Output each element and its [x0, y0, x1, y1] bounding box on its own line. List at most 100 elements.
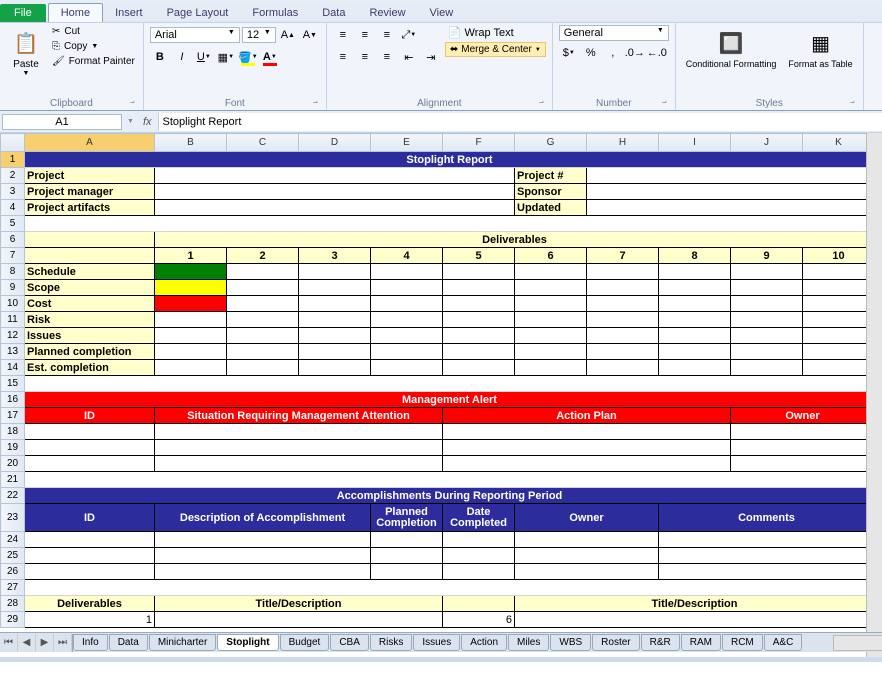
align-center-button[interactable]: ≡ — [355, 47, 375, 67]
sheet-tab-action[interactable]: Action — [461, 634, 507, 651]
label-project-num[interactable]: Project # — [515, 168, 587, 184]
row-header-17[interactable]: 17 — [1, 408, 25, 424]
row-header-11[interactable]: 11 — [1, 312, 25, 328]
row-header-2[interactable]: 2 — [1, 168, 25, 184]
comma-button[interactable]: , — [603, 43, 623, 63]
underline-button[interactable]: U▼ — [194, 47, 214, 67]
tab-insert[interactable]: Insert — [103, 4, 155, 22]
copy-button[interactable]: ⎘Copy▼ — [50, 40, 137, 53]
row-header-4[interactable]: 4 — [1, 200, 25, 216]
align-middle-button[interactable]: ≡ — [355, 25, 375, 45]
row-header-15[interactable]: 15 — [1, 376, 25, 392]
sheet-nav-next[interactable]: ▶ — [36, 634, 54, 652]
accomp-id-header[interactable]: ID — [25, 504, 155, 532]
row-header-9[interactable]: 9 — [1, 280, 25, 296]
sheet-tab-minicharter[interactable]: Minicharter — [149, 634, 216, 651]
accomp-owner-header[interactable]: Owner — [515, 504, 659, 532]
align-right-button[interactable]: ≡ — [377, 47, 397, 67]
sheet-tab-stoplight[interactable]: Stoplight — [217, 634, 278, 651]
scope-status-1[interactable] — [155, 280, 227, 296]
file-tab[interactable]: File — [0, 4, 46, 22]
row-header-14[interactable]: 14 — [1, 360, 25, 376]
deliv-6[interactable]: 6 — [515, 248, 587, 264]
row-header-24[interactable]: 24 — [1, 532, 25, 548]
sheet-tab-data[interactable]: Data — [109, 634, 148, 651]
row-header-22[interactable]: 22 — [1, 488, 25, 504]
conditional-formatting-button[interactable]: 🔲 Conditional Formatting — [682, 25, 781, 71]
sheet-tab-budget[interactable]: Budget — [280, 634, 330, 651]
label-schedule[interactable]: Schedule — [25, 264, 155, 280]
sheet-tab-miles[interactable]: Miles — [508, 634, 549, 651]
accomp-desc-header[interactable]: Description of Accomplishment — [155, 504, 371, 532]
accomp-comments-header[interactable]: Comments — [659, 504, 875, 532]
font-size-select[interactable]: 12 ▼ — [242, 27, 276, 43]
tab-page-layout[interactable]: Page Layout — [155, 4, 241, 22]
row-header-1[interactable]: 1 — [1, 152, 25, 168]
row-header-6[interactable]: 6 — [1, 232, 25, 248]
deliv-footer-label[interactable]: Deliverables — [25, 596, 155, 612]
tab-view[interactable]: View — [418, 4, 466, 22]
col-header-C[interactable]: C — [227, 134, 299, 152]
sheet-nav-first[interactable]: ⏮ — [0, 634, 18, 652]
deliv-4[interactable]: 4 — [371, 248, 443, 264]
tab-review[interactable]: Review — [357, 4, 417, 22]
value-project-num[interactable] — [587, 168, 875, 184]
blank-row[interactable] — [25, 216, 875, 232]
fill-color-button[interactable]: 🪣▼ — [238, 47, 258, 67]
currency-button[interactable]: $▼ — [559, 43, 579, 63]
label-artifacts[interactable]: Project artifacts — [25, 200, 155, 216]
deliv-8[interactable]: 8 — [659, 248, 731, 264]
deliv-7[interactable]: 7 — [587, 248, 659, 264]
deliv-footer-val1[interactable]: 1 — [25, 612, 155, 628]
label-cost[interactable]: Cost — [25, 296, 155, 312]
shrink-font-button[interactable]: A▼ — [300, 25, 320, 45]
col-header-B[interactable]: B — [155, 134, 227, 152]
row-header-7[interactable]: 7 — [1, 248, 25, 264]
schedule-status-1[interactable] — [155, 264, 227, 280]
orientation-button[interactable]: ⤢▼ — [399, 25, 419, 45]
select-all-corner[interactable] — [1, 134, 25, 152]
sheet-tab-rcm[interactable]: RCM — [722, 634, 763, 651]
sheet-tab-wbs[interactable]: WBS — [550, 634, 591, 651]
row-header-12[interactable]: 12 — [1, 328, 25, 344]
sheet-tab-issues[interactable]: Issues — [413, 634, 460, 651]
value-updated[interactable] — [587, 200, 875, 216]
col-header-I[interactable]: I — [659, 134, 731, 152]
deliv-10[interactable]: 10 — [803, 248, 875, 264]
mgmt-action-header[interactable]: Action Plan — [443, 408, 731, 424]
deliv-1[interactable]: 1 — [155, 248, 227, 264]
row-header-27[interactable]: 27 — [1, 580, 25, 596]
align-top-button[interactable]: ≡ — [333, 25, 353, 45]
row-header-21[interactable]: 21 — [1, 472, 25, 488]
indent-decrease-button[interactable]: ⇤ — [399, 47, 419, 67]
align-bottom-button[interactable]: ≡ — [377, 25, 397, 45]
row-header-28[interactable]: 28 — [1, 596, 25, 612]
sheet-nav-last[interactable]: ⏭ — [54, 634, 72, 652]
wrap-text-button[interactable]: 📄Wrap Text — [445, 25, 546, 40]
label-updated[interactable]: Updated — [515, 200, 587, 216]
sheet-tab-cba[interactable]: CBA — [330, 634, 369, 651]
horizontal-scrollbar[interactable] — [833, 635, 882, 651]
row-header-19[interactable]: 19 — [1, 440, 25, 456]
paste-button[interactable]: 📋 Paste ▼ — [6, 25, 46, 79]
mgmt-owner-header[interactable]: Owner — [731, 408, 875, 424]
row-header-3[interactable]: 3 — [1, 184, 25, 200]
label-scope[interactable]: Scope — [25, 280, 155, 296]
col-header-E[interactable]: E — [371, 134, 443, 152]
label-sponsor[interactable]: Sponsor — [515, 184, 587, 200]
row-header-5[interactable]: 5 — [1, 216, 25, 232]
value-sponsor[interactable]: 0 — [587, 184, 875, 200]
sheet-tab-ac[interactable]: A&C — [764, 634, 803, 651]
format-as-table-button[interactable]: ▦ Format as Table — [784, 25, 856, 71]
row-header-20[interactable]: 20 — [1, 456, 25, 472]
row-header-8[interactable]: 8 — [1, 264, 25, 280]
formula-input[interactable] — [158, 113, 882, 131]
deliv-2[interactable]: 2 — [227, 248, 299, 264]
label-issues[interactable]: Issues — [25, 328, 155, 344]
deliv-5[interactable]: 5 — [443, 248, 515, 264]
col-header-D[interactable]: D — [299, 134, 371, 152]
col-header-A[interactable]: A — [25, 134, 155, 152]
number-format-select[interactable]: General▼ — [559, 25, 669, 41]
vertical-scrollbar[interactable] — [866, 133, 882, 657]
row-header-29[interactable]: 29 — [1, 612, 25, 628]
